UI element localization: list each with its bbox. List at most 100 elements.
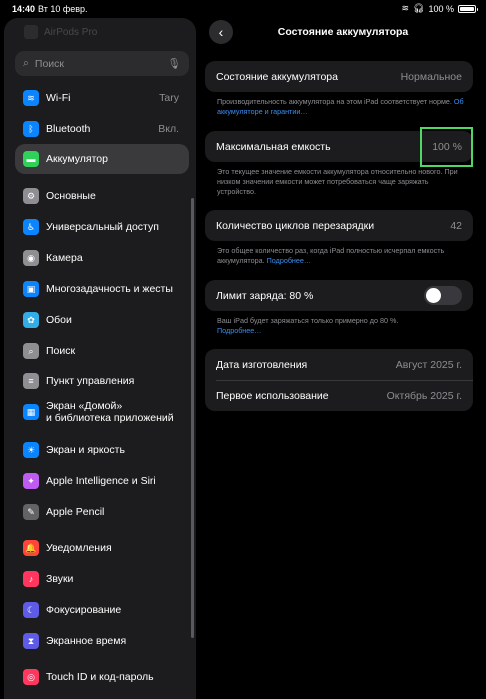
focus-icon: ☾ — [23, 602, 39, 618]
touch-id-icon: ◎ — [23, 669, 39, 685]
pencil-icon: ✎ — [23, 504, 39, 520]
sidebar-item-label: AirPods Pro — [44, 26, 98, 38]
cycle-count-value: 42 — [450, 219, 462, 232]
brightness-icon: ☀ — [23, 442, 39, 458]
sidebar-item-label: Apple Pencil — [46, 506, 105, 518]
sidebar-item-label: Многозадачность и жесты — [46, 283, 173, 295]
manufacture-date-label: Дата изготовления — [216, 358, 308, 371]
sidebar-item[interactable]: ⧗ Экранное время — [15, 626, 189, 656]
sidebar-item-label: Bluetooth — [46, 123, 91, 135]
wifi-status-icon: ≋ — [401, 3, 410, 13]
bluetooth-icon: ᛒ — [23, 121, 39, 137]
sidebar-item-value: Вкл. — [158, 123, 179, 135]
sidebar-item[interactable]: ◎ Touch ID и код-пароль — [15, 662, 189, 692]
capacity-footer: Это текущее значение емкости аккумулятор… — [217, 167, 458, 196]
sidebar-item-label: Экранное время — [46, 635, 127, 647]
wallpaper-icon: ✿ — [23, 312, 39, 328]
microphone-icon[interactable]: 🎙︎ — [168, 57, 181, 70]
sidebar-item[interactable]: ⚙ Основные — [15, 181, 189, 211]
manufacture-date-row: Дата изготовления Август 2025 г. — [205, 349, 473, 380]
back-button[interactable]: ‹ — [209, 20, 233, 44]
siri-icon: ✦ — [23, 473, 39, 489]
wifi-icon: ≋ — [23, 90, 39, 106]
search-input[interactable]: ⌕ Поиск 🎙︎ — [15, 51, 189, 76]
search-placeholder: Поиск — [34, 57, 64, 70]
cycles-footer-text: Это общее количество раз, когда iPad пол… — [217, 246, 445, 265]
first-use-label: Первое использование — [216, 389, 329, 402]
notifications-icon: 🔔 — [23, 540, 39, 556]
first-use-row: Первое использование Октябрь 2025 г. — [205, 380, 473, 411]
sidebar-item-label: Пункт управления — [46, 375, 135, 387]
manufacture-date-value: Август 2025 г. — [395, 358, 462, 371]
sidebar-item-label: Touch ID и код-пароль — [46, 671, 154, 683]
battery-icon: ▬ — [23, 151, 39, 167]
sidebar-item[interactable]: ✎ Apple Pencil — [15, 497, 189, 527]
limit-footer-text: Ваш iPad будет заряжаться только примерн… — [217, 316, 399, 325]
status-right: ≋ 🎧︎ 100 % — [401, 3, 478, 14]
sidebar-item-label: Камера — [46, 252, 83, 264]
highlight-box — [420, 127, 473, 167]
sidebar-item[interactable]: 🔔 Уведомления — [15, 533, 189, 563]
cycles-group: Количество циклов перезарядки 42 — [205, 210, 473, 241]
battery-percent: 100 % — [428, 3, 454, 14]
cycle-count-label: Количество циклов перезарядки — [216, 219, 375, 232]
camera-icon: ◉ — [23, 250, 39, 266]
sidebar-item-label: Фокусирование — [46, 604, 122, 616]
sidebar-item[interactable]: ☀ Экран и яркость — [15, 435, 189, 465]
sidebar-item[interactable]: ▬ Аккумулятор — [15, 144, 189, 174]
sidebar-item[interactable]: ▣ Многозадачность и жесты — [15, 274, 189, 304]
sidebar-item[interactable]: ☾ Фокусирование — [15, 595, 189, 625]
sounds-icon: ♪ — [23, 571, 39, 587]
chevron-left-icon: ‹ — [218, 24, 224, 40]
headphones-icon: 🎧︎ — [413, 3, 425, 13]
control-center-icon: ≡ — [23, 373, 39, 389]
status-bar: 14:40 Вт 10 февр. ≋ 🎧︎ 100 % — [0, 0, 486, 18]
cycles-more-link[interactable]: Подробнее… — [267, 256, 311, 265]
limit-more-link[interactable]: Подробнее… — [217, 326, 261, 335]
battery-state-value: Нормальное — [400, 70, 462, 83]
dates-group: Дата изготовления Август 2025 г. Первое … — [205, 349, 473, 411]
airpods-icon — [24, 25, 38, 39]
charge-limit-toggle[interactable] — [424, 286, 462, 305]
sidebar-item[interactable]: ◉ Камера — [15, 243, 189, 273]
sidebar-item-label: Apple Intelligence и Siri — [46, 475, 156, 487]
battery-state-label: Состояние аккумулятора — [216, 70, 338, 83]
page-title: Состояние аккумулятора — [277, 26, 409, 38]
cycles-footer: Это общее количество раз, когда iPad пол… — [217, 246, 465, 266]
sidebar-item-label: Wi-Fi — [46, 92, 71, 104]
multitasking-icon: ▣ — [23, 281, 39, 297]
sidebar-item[interactable]: ♿ Универсальный доступ — [15, 212, 189, 242]
battery-state-footer-text: Производительность аккумулятора на этом … — [217, 97, 452, 106]
sidebar-item-label: Экран и яркость — [46, 444, 125, 456]
battery-fill — [460, 6, 474, 11]
sidebar-item-label-line1: Экран «Домой» — [46, 400, 123, 412]
sidebar-item-label: Уведомления — [46, 542, 112, 554]
gear-icon: ⚙ — [23, 188, 39, 204]
first-use-value: Октябрь 2025 г. — [386, 389, 462, 402]
sidebar-item-label: Поиск — [46, 345, 76, 357]
sidebar-item-label: Основные — [46, 190, 96, 202]
sidebar-item-label: Обои — [46, 314, 72, 326]
sidebar-item[interactable]: ᛒ Bluetooth Вкл. — [15, 114, 189, 144]
sidebar-item[interactable]: ≋ Wi-Fi Tary — [15, 83, 189, 113]
scrollbar[interactable] — [191, 198, 194, 638]
toggle-knob — [426, 288, 441, 303]
sidebar-item-label-line2: и библиотека приложений — [46, 412, 174, 424]
charge-limit-label: Лимит заряда: 80 % — [216, 289, 314, 302]
sidebar-item[interactable]: ♪ Звуки — [15, 564, 189, 594]
sidebar-item[interactable]: ✦ Apple Intelligence и Siri — [15, 466, 189, 496]
charge-limit-group: Лимит заряда: 80 % — [205, 280, 473, 311]
sidebar-item-value: Tary — [159, 92, 179, 104]
sidebar-item[interactable]: ≡ Пункт управления — [15, 366, 189, 396]
home-screen-icon: ▦ — [23, 404, 39, 420]
sidebar-item-airpods[interactable]: AirPods Pro — [24, 25, 97, 39]
limit-footer: Ваш iPad будет заряжаться только примерн… — [217, 316, 465, 336]
max-capacity-label: Максимальная емкость — [216, 140, 331, 153]
screen-time-icon: ⧗ — [23, 633, 39, 649]
sidebar-item[interactable]: ▦ Экран «Домой» и библиотека приложений — [15, 397, 189, 427]
sidebar-item[interactable]: ⌕ Поиск — [15, 336, 189, 366]
battery-status-icon — [458, 4, 478, 13]
sidebar-item-label: Универсальный доступ — [46, 221, 159, 233]
sidebar-item[interactable]: ✿ Обои — [15, 305, 189, 335]
sidebar: AirPods Pro ⌕ Поиск 🎙︎ ≋ Wi-Fi Tary ᛒ Blueto… — [4, 18, 196, 699]
